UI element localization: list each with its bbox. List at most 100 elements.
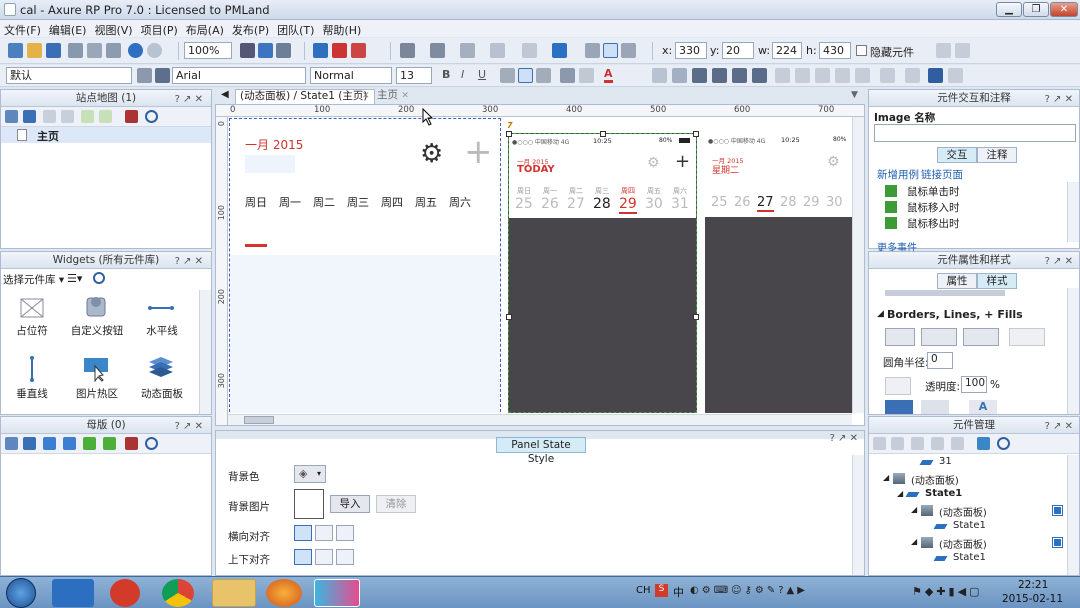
align-right-icon[interactable] — [536, 68, 551, 83]
phone-day[interactable]: 30 — [826, 195, 843, 210]
cut-icon[interactable] — [68, 43, 83, 58]
distribute3-icon[interactable] — [815, 68, 830, 83]
h-align-left[interactable] — [294, 525, 312, 541]
ime-icon[interactable]: S — [655, 584, 668, 597]
edit-state-icon[interactable] — [951, 437, 964, 450]
hide-checkbox[interactable] — [856, 45, 867, 56]
clear-button[interactable]: 清除 — [376, 495, 416, 513]
radius-field[interactable]: 0 — [927, 352, 953, 369]
style-select[interactable]: 默认 — [6, 67, 132, 84]
canvas-vscroll[interactable] — [852, 117, 864, 413]
indent-icon[interactable] — [81, 110, 94, 123]
backward-icon[interactable] — [712, 68, 727, 83]
minimize-button[interactable]: ▁ — [996, 2, 1022, 17]
align-center-icon[interactable] — [518, 68, 533, 83]
state-style-scrollbar[interactable] — [852, 455, 864, 575]
font-select[interactable]: Arial — [172, 67, 306, 84]
visibility-checkbox[interactable] — [1052, 537, 1063, 548]
menu-item[interactable]: 项目(P) — [137, 20, 182, 38]
menu-item[interactable]: 文件(F) — [0, 20, 45, 38]
undo-icon[interactable] — [128, 43, 143, 58]
menu-item[interactable]: 发布(P) — [228, 20, 273, 38]
w-field[interactable]: 224 — [772, 42, 802, 59]
scroll-thumb[interactable] — [244, 416, 274, 424]
opacity-field[interactable]: 100 — [961, 376, 987, 393]
vertical-line-icon[interactable] — [17, 356, 47, 382]
format-painter-icon[interactable] — [137, 68, 152, 83]
tray-icons[interactable]: ◐⚙⌨☺⚷⚙✎?▲▶ — [690, 585, 808, 596]
align-bottom-icon[interactable] — [621, 43, 636, 58]
search-icon[interactable] — [93, 272, 105, 284]
widgets-scrollbar[interactable] — [199, 290, 211, 414]
phone-day[interactable]: 27 — [757, 195, 774, 212]
phone-state-1[interactable]: ●○○○ 中国移动 4G 10:25 80% 一月 2015 TODAY ⚙ +… — [506, 131, 699, 413]
phone-day[interactable]: 31 — [671, 196, 689, 212]
distribute-icon[interactable] — [775, 68, 790, 83]
duplicate-icon[interactable] — [891, 437, 904, 450]
phone-day[interactable]: 26 — [541, 196, 559, 212]
chevron-down-icon[interactable]: ◢ — [877, 309, 884, 319]
unlock-icon[interactable] — [948, 68, 963, 83]
tab-notes[interactable]: 注释 — [977, 147, 1017, 163]
tab-close-icon[interactable]: ✕ — [401, 91, 409, 101]
event-item[interactable]: 鼠标单击时 — [885, 184, 1045, 199]
add-folder-icon[interactable] — [23, 110, 36, 123]
close-button[interactable]: ✕ — [1050, 2, 1078, 17]
new-case-link[interactable]: 新增用例 — [877, 167, 919, 182]
chrome-icon[interactable] — [162, 579, 194, 607]
phone-day[interactable]: 28 — [593, 196, 611, 212]
font-color-icon[interactable]: A — [604, 67, 613, 83]
pointer-icon[interactable] — [240, 43, 255, 58]
manager-scrollbar[interactable] — [1067, 455, 1079, 575]
menu-item[interactable]: 布局(A) — [182, 20, 228, 38]
border-color-picker[interactable] — [885, 328, 915, 346]
resize-handle[interactable] — [693, 131, 699, 137]
expand-icon[interactable]: ◢ — [911, 537, 917, 546]
line-width-icon[interactable] — [430, 43, 445, 58]
h-align-right[interactable] — [336, 525, 354, 541]
move-up-icon[interactable] — [43, 437, 56, 450]
group-icon[interactable] — [936, 43, 951, 58]
preview-icon[interactable] — [313, 43, 328, 58]
select-contained-icon[interactable] — [258, 43, 273, 58]
taskbar-app-download[interactable] — [110, 579, 140, 607]
arrange2-icon[interactable] — [752, 68, 767, 83]
v-align-top[interactable] — [294, 549, 312, 565]
tabs-dropdown-icon[interactable]: ▼ — [851, 90, 858, 100]
clock-date[interactable]: 2015-02-11 — [1002, 593, 1063, 605]
tree-node[interactable]: State1 — [869, 551, 1065, 567]
ime-mode-label[interactable]: 中 — [673, 584, 684, 600]
connector-icon[interactable] — [276, 43, 291, 58]
bring-front-icon[interactable] — [652, 68, 667, 83]
panel-controls[interactable]: ? ↗ ✕ — [830, 433, 858, 444]
send-back-icon[interactable] — [672, 68, 687, 83]
expand-icon[interactable]: ◢ — [911, 505, 917, 514]
tab-properties[interactable]: 属性 — [937, 273, 977, 289]
fill-color-picker[interactable] — [885, 377, 911, 395]
v-align-middle[interactable] — [315, 549, 333, 565]
paste-icon[interactable] — [106, 43, 121, 58]
zoom-select[interactable]: 100% — [184, 42, 232, 59]
custom-button-icon[interactable] — [81, 294, 111, 320]
phone-day[interactable]: 27 — [567, 196, 585, 212]
move-down-icon[interactable] — [931, 437, 944, 450]
lock-icon[interactable] — [928, 68, 943, 83]
bg-image-preview[interactable] — [294, 489, 324, 519]
phone-day[interactable]: 29 — [803, 195, 820, 210]
panel-controls[interactable]: ? ↗ ✕ — [1045, 254, 1073, 270]
shadow-icon[interactable] — [552, 43, 567, 58]
align-top-icon[interactable] — [585, 43, 600, 58]
tab-interaction[interactable]: 交互 — [937, 147, 977, 163]
bold-button[interactable]: B — [442, 68, 450, 81]
menu-item[interactable]: 编辑(E) — [45, 20, 91, 38]
open-folder-icon[interactable] — [27, 43, 42, 58]
expand-icon[interactable]: ◢ — [897, 489, 903, 498]
arrow-style-icon[interactable] — [490, 43, 505, 58]
plus-icon[interactable]: + — [464, 135, 493, 169]
add-state-icon[interactable] — [873, 437, 886, 450]
underline-button[interactable]: U — [478, 68, 486, 81]
maximize-button[interactable]: ❐ — [1023, 2, 1049, 17]
tray-status-icons[interactable]: ⚑◆✚▮◀▢ — [912, 585, 982, 598]
tree-node[interactable]: ◢ State1 — [869, 487, 1065, 503]
align-left-icon[interactable] — [500, 68, 515, 83]
